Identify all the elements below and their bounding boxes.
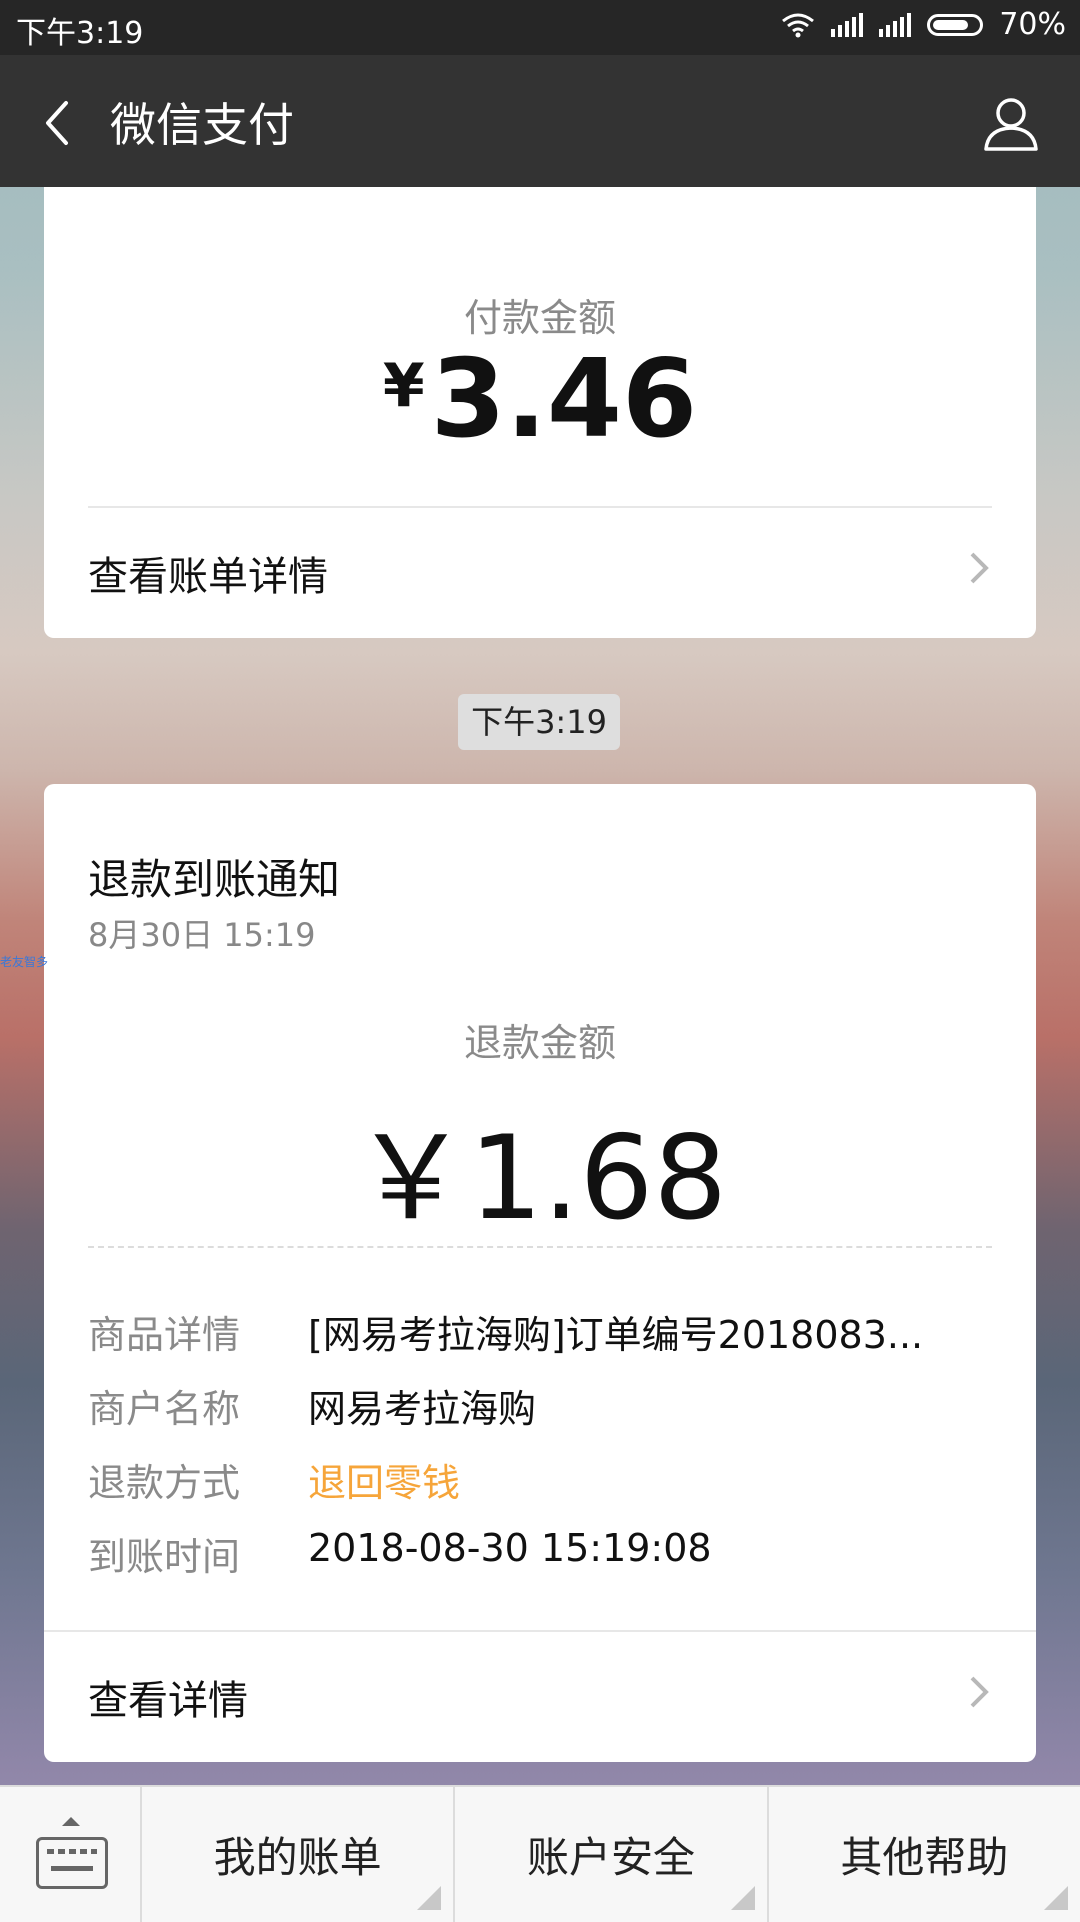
keyboard-toggle-button[interactable] [0,1787,142,1922]
menu-label: 我的账单 [213,1833,382,1882]
detail-value: 网易考拉海购 [308,1387,537,1431]
submenu-corner-icon [417,1886,442,1910]
header-bar: 微信支付 [0,55,1080,187]
divider [88,506,992,508]
refund-notice-date: 8月30日 15:19 [88,916,316,954]
bottom-menu-bar: 我的账单 账户安全 其他帮助 [0,1785,1080,1922]
detail-value: 退回零钱 [308,1461,461,1505]
message-time: 下午3:19 [458,694,620,750]
menu-label: 账户安全 [526,1833,695,1882]
dashed-divider [88,1246,992,1248]
detail-key: 退款方式 [88,1461,241,1505]
divider [44,1630,1036,1632]
chevron-right-icon [970,552,989,584]
refund-notice-title: 退款到账通知 [88,855,341,904]
battery-percent: 70% [999,7,1066,42]
detail-key: 到账时间 [88,1535,241,1579]
view-details-label: 查看详情 [88,1678,248,1724]
page-title: 微信支付 [110,98,294,152]
battery-icon [927,13,984,36]
chevron-right-icon [970,1676,989,1708]
submenu-corner-icon [730,1886,755,1910]
payment-amount-value: 3.46 [430,337,698,462]
arrow-up-icon [62,1817,80,1826]
detail-value: [网易考拉海购]订单编号2018083... [308,1313,924,1357]
refund-notice-card[interactable]: 退款到账通知 8月30日 15:19 退款金额 ￥1.68 商品详情 [网易考拉… [44,784,1036,1762]
wifi-icon [782,13,815,37]
view-bill-details-link[interactable]: 查看账单详情 [88,544,992,602]
menu-other-help[interactable]: 其他帮助 [769,1787,1080,1922]
refund-amount-label: 退款金额 [463,1021,616,1065]
signal-icon-2 [879,12,912,37]
side-text: 老友智多 [0,955,49,969]
view-bill-details-label: 查看账单详情 [88,554,328,600]
status-icons: 70% [781,7,1066,42]
menu-label: 其他帮助 [840,1833,1009,1882]
currency-symbol: ¥ [382,351,425,421]
detail-value: 2018-08-30 15:19:08 [308,1526,712,1570]
status-bar: 下午3:19 70% [0,0,1080,55]
submenu-corner-icon [1043,1886,1068,1910]
payment-amount-label: 付款金额 [463,296,616,340]
status-time: 下午3:19 [16,16,144,51]
payment-card: 付款金额 ¥3.46 查看账单详情 [44,187,1036,638]
back-arrow-icon[interactable] [36,93,96,153]
view-details-link[interactable]: 查看详情 [88,1668,992,1726]
user-icon[interactable] [982,95,1040,153]
keyboard-icon [36,1837,108,1889]
menu-my-bills[interactable]: 我的账单 [142,1787,456,1922]
detail-key: 商品详情 [88,1313,241,1357]
detail-key: 商户名称 [88,1387,241,1431]
payment-amount: ¥3.46 [44,337,1036,462]
signal-icon-1 [831,12,864,37]
menu-account-security[interactable]: 账户安全 [455,1787,769,1922]
refund-amount: ￥1.68 [352,1111,728,1246]
